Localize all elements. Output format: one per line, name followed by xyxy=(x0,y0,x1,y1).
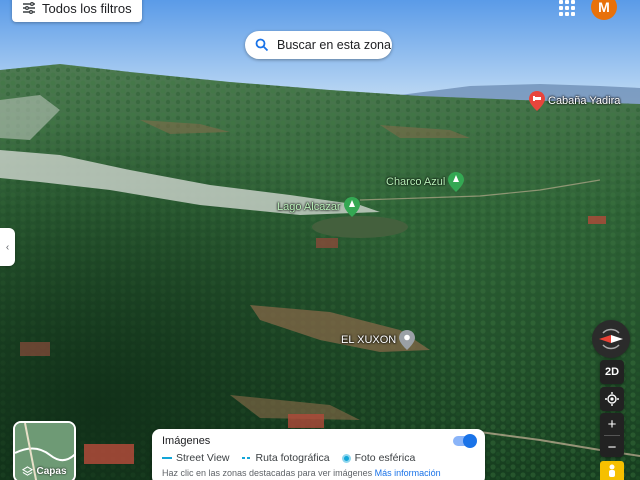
place-pin-lago-alcazar[interactable]: Lago Alcazar xyxy=(277,197,360,217)
place-pin-cabana-yadira[interactable]: Cabaña Yadira xyxy=(529,91,620,111)
zoom-in-button[interactable]: + xyxy=(600,413,624,435)
dashed-line-swatch-icon xyxy=(241,457,252,459)
legend-spherical-photo: Foto esférica xyxy=(341,452,416,464)
all-filters-label: Todos los filtros xyxy=(42,0,132,16)
imagery-title: Imágenes xyxy=(162,435,211,447)
pegman-icon xyxy=(609,464,615,477)
imagery-hint: Haz clic en las zonas destacadas para ve… xyxy=(162,468,475,478)
apps-grid-icon[interactable] xyxy=(559,0,577,16)
search-this-area-button[interactable]: Buscar en esta zona xyxy=(245,31,392,59)
place-label: Charco Azul xyxy=(386,176,446,188)
more-info-link[interactable]: Más información xyxy=(375,468,441,478)
search-this-area-label: Buscar en esta zona xyxy=(277,38,391,52)
collapse-side-panel-button[interactable]: ‹ xyxy=(0,228,15,266)
filters-icon xyxy=(23,2,35,15)
line-swatch-icon xyxy=(162,457,172,459)
search-icon xyxy=(255,38,269,52)
legend-label: Foto esférica xyxy=(354,452,416,464)
layers-label: Capas xyxy=(36,466,67,477)
my-location-icon xyxy=(605,392,619,406)
toggle-2d-button[interactable]: 2D xyxy=(600,360,624,384)
compass-icon xyxy=(599,328,623,350)
imagery-panel: Imágenes Street View Ruta fotográfica Fo… xyxy=(152,429,485,480)
park-pin-icon xyxy=(343,197,360,217)
dot-swatch-icon xyxy=(341,453,351,463)
legend-street-view: Street View xyxy=(162,452,230,464)
place-label: Lago Alcazar xyxy=(277,201,341,213)
all-filters-button[interactable]: Todos los filtros xyxy=(12,0,142,22)
imagery-toggle[interactable] xyxy=(453,434,477,448)
lodging-pin-icon xyxy=(529,91,545,111)
street-view-pegman[interactable] xyxy=(600,461,624,480)
legend-photo-route: Ruta fotográfica xyxy=(241,452,330,464)
my-location-button[interactable] xyxy=(600,387,624,411)
imagery-legend: Street View Ruta fotográfica Foto esféri… xyxy=(162,452,475,464)
zoom-control: + − xyxy=(600,413,624,457)
map-3d-view[interactable] xyxy=(0,0,640,480)
place-label: Cabaña Yadira xyxy=(548,95,621,107)
layers-icon xyxy=(22,466,34,476)
place-pin-charco-azul[interactable]: Charco Azul xyxy=(386,172,465,192)
layers-button[interactable]: Capas xyxy=(13,421,76,480)
place-pin-icon xyxy=(399,330,416,350)
compass-button[interactable] xyxy=(592,320,630,358)
legend-label: Street View xyxy=(176,452,230,464)
legend-label: Ruta fotográfica xyxy=(255,452,330,464)
zoom-out-button[interactable]: − xyxy=(600,436,624,458)
chevron-left-icon: ‹ xyxy=(5,241,10,253)
place-label: EL XUXON xyxy=(341,334,397,346)
place-pin-el-xuxon[interactable]: EL XUXON xyxy=(341,330,416,350)
imagery-hint-text: Haz clic en las zonas destacadas para ve… xyxy=(162,468,373,478)
park-pin-icon xyxy=(448,172,465,192)
